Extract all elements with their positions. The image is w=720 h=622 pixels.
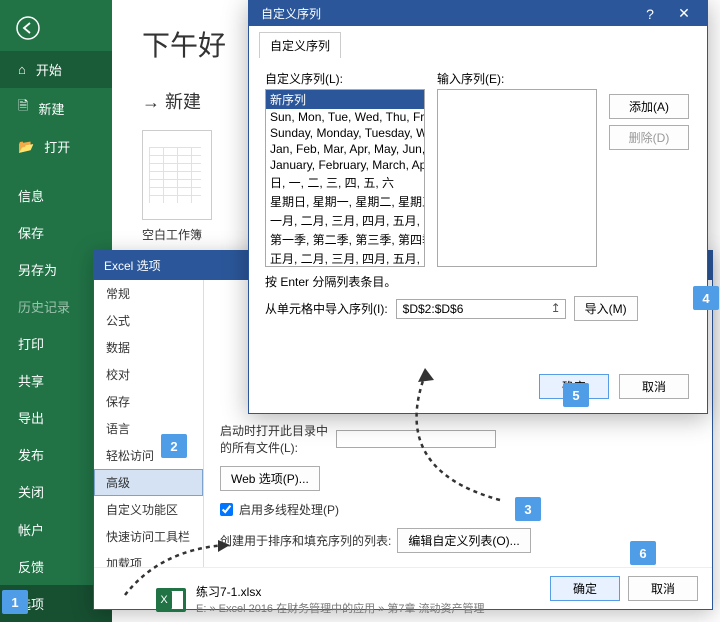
open-icon: 📂: [18, 139, 34, 155]
sidebar-item-save[interactable]: 保存: [0, 214, 112, 251]
recent-file-item[interactable]: 练习7-1.xlsx E: » Excel 2016 在财务管理中的应用 » 第…: [156, 583, 485, 616]
import-range-input[interactable]: $D$2:$D$6: [396, 299, 566, 319]
startup-path-input[interactable]: [336, 430, 496, 448]
recent-filename: 练习7-1.xlsx: [196, 583, 485, 600]
enter-hint: 按 Enter 分隔列表条目。: [265, 273, 691, 290]
import-button[interactable]: 导入(M): [574, 296, 638, 321]
options-nav: 常规 公式 数据 校对 保存 语言 轻松访问 高级 自定义功能区 快速访问工具栏…: [94, 280, 204, 567]
home-icon: ⌂: [18, 62, 26, 77]
options-cancel-button[interactable]: 取消: [628, 576, 698, 601]
opt-nav-general[interactable]: 常规: [94, 280, 203, 307]
callout-4: 4: [693, 286, 719, 310]
callout-3: 3: [515, 497, 541, 521]
back-arrow-icon: [16, 16, 40, 40]
custom-lists-cancel-button[interactable]: 取消: [619, 374, 689, 399]
custom-lists-titlebar[interactable]: 自定义序列 ? ✕: [249, 1, 707, 26]
sidebar-item-new[interactable]: 🗎新建: [0, 88, 112, 128]
opt-nav-proofing[interactable]: 校对: [94, 361, 203, 388]
list-item[interactable]: 正月, 二月, 三月, 四月, 五月, 六月,: [266, 249, 424, 267]
entries-label: 输入序列(E):: [437, 70, 597, 87]
recent-path: E: » Excel 2016 在财务管理中的应用 » 第7章 流动资产管理: [196, 600, 485, 616]
list-item[interactable]: Sun, Mon, Tue, Wed, Thu, Fri, Sat: [266, 109, 424, 125]
custom-lists-tab: 自定义序列: [249, 26, 707, 58]
help-icon[interactable]: ?: [633, 6, 667, 22]
opt-nav-formulas[interactable]: 公式: [94, 307, 203, 334]
sidebar-item-home[interactable]: ⌂开始: [0, 51, 112, 88]
import-from-cells-label: 从单元格中导入序列(I):: [265, 300, 388, 317]
edit-custom-lists-button[interactable]: 编辑自定义列表(O)...: [397, 528, 530, 553]
opt-nav-customribbon[interactable]: 自定义功能区: [94, 496, 203, 523]
list-item[interactable]: 日, 一, 二, 三, 四, 五, 六: [266, 173, 424, 192]
close-icon[interactable]: ✕: [667, 5, 701, 22]
delete-button[interactable]: 删除(D): [609, 125, 689, 150]
web-options-button[interactable]: Web 选项(P)...: [220, 466, 320, 491]
list-item[interactable]: 第一季, 第二季, 第三季, 第四季: [266, 230, 424, 249]
opt-nav-data[interactable]: 数据: [94, 334, 203, 361]
callout-5: 5: [563, 383, 589, 407]
multithread-checkbox[interactable]: [220, 503, 233, 516]
list-entries-textarea[interactable]: [437, 89, 597, 267]
list-item[interactable]: 星期日, 星期一, 星期二, 星期三, 星: [266, 192, 424, 211]
xlsx-icon: [156, 588, 186, 612]
custom-lists-dialog: 自定义序列 ? ✕ 自定义序列 自定义序列(L): 新序列 Sun, Mon, …: [248, 0, 708, 414]
startup-path-label: 启动时打开此目录中的所有文件(L):: [220, 422, 330, 456]
list-item[interactable]: Jan, Feb, Mar, Apr, May, Jun, Jul: [266, 141, 424, 157]
callout-2: 2: [161, 434, 187, 458]
list-item[interactable]: January, February, March, April: [266, 157, 424, 173]
sidebar-item-info[interactable]: 信息: [0, 177, 112, 214]
new-icon: 🗎: [18, 97, 28, 119]
opt-nav-advanced[interactable]: 高级: [94, 469, 203, 496]
callout-6: 6: [630, 541, 656, 565]
list-item[interactable]: 新序列: [266, 90, 424, 109]
opt-nav-save[interactable]: 保存: [94, 388, 203, 415]
tab-custom-lists[interactable]: 自定义序列: [259, 32, 341, 58]
back-button[interactable]: [0, 8, 112, 51]
options-ok-button[interactable]: 确定: [550, 576, 620, 601]
opt-nav-qat[interactable]: 快速访问工具栏: [94, 523, 203, 550]
list-item[interactable]: Sunday, Monday, Tuesday, Wed: [266, 125, 424, 141]
add-button[interactable]: 添加(A): [609, 94, 689, 119]
lists-label: 自定义序列(L):: [265, 70, 425, 87]
opt-nav-addins[interactable]: 加载项: [94, 550, 203, 567]
workbook-thumb-icon: [142, 130, 212, 220]
editlist-label: 创建用于排序和填充序列的列表:: [220, 532, 391, 549]
custom-lists-listbox[interactable]: 新序列 Sun, Mon, Tue, Wed, Thu, Fri, Sat Su…: [265, 89, 425, 267]
multithread-label: 启用多线程处理(P): [239, 501, 339, 518]
list-item[interactable]: 一月, 二月, 三月, 四月, 五月, 六月,: [266, 211, 424, 230]
callout-1: 1: [2, 590, 28, 614]
sidebar-item-open[interactable]: 📂打开: [0, 128, 112, 165]
